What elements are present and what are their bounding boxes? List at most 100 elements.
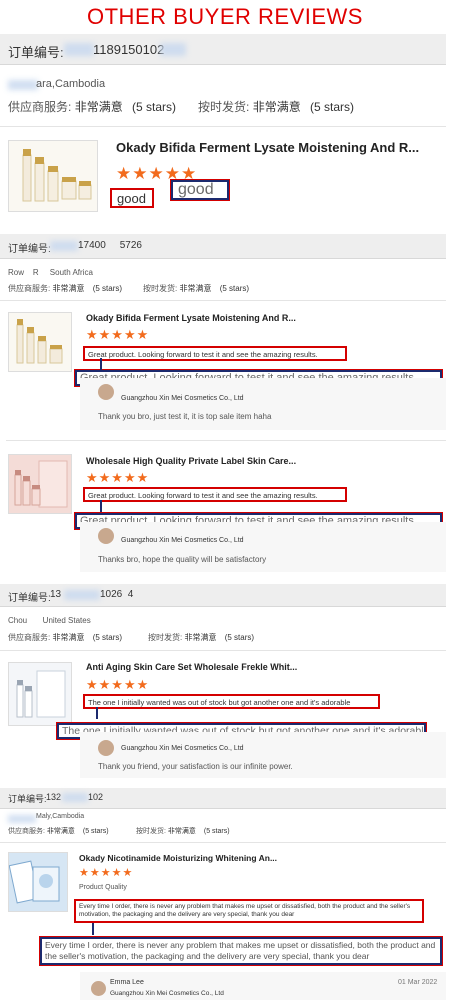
order-header-bar: 订单编号: 13 1026 4 [0,584,446,607]
rating-stars: ★★★★★ [86,677,150,692]
product-image[interactable] [8,454,72,514]
supplier-service-stars: (5 stars) [82,828,109,835]
buyer-location: ara,Cambodia [36,78,106,90]
review-text-highlight: good [110,188,154,208]
supplier-service-value: 非常满意 [74,100,123,114]
supplier-reply-text: Thanks bro, hope the quality will be sat… [98,555,267,564]
supplier-reply-panel [80,522,446,572]
supplier-service-label: 供应商服务: [8,828,45,835]
product-image[interactable] [8,140,98,212]
supplier-service-label: 供应商服务: [8,284,51,293]
order-header-bar: 订单编号: 132 102 [0,788,446,809]
delivery-rating: 按时发货: 非常满意 (5 stars) [136,826,230,836]
redacted-block [160,43,186,56]
divider [0,126,446,127]
order-number-label: 订单编号: [8,794,47,804]
buyer-location: Row R South Africa [8,268,93,277]
supplier-avatar [91,981,106,996]
buyer-location: Maly,Cambodia [36,813,85,820]
product-title[interactable]: Anti Aging Skin Care Set Wholesale Frekl… [86,662,297,672]
review-text-enlarged: good [170,179,230,201]
review-text-enlarged: Every time I order, there is never any p… [39,936,443,966]
callout-arrow [96,707,98,719]
supplier-avatar [98,528,114,544]
redacted-block [64,590,100,600]
supplier-service-value: 非常满意 [46,828,75,835]
divider [0,650,446,651]
delivery-rating: 按时发货: 非常满意 (5 stars) [143,283,249,294]
order-number: 1026 4 [100,589,134,600]
delivery-stars: (5 stars) [224,633,255,642]
rating-stars: ★★★★★ [86,327,150,342]
order-number-label: 订单编号: [8,593,51,604]
order-number: 102 [88,792,104,802]
supplier-reply-panel [80,378,446,430]
product-title[interactable]: Okady Nicotinamide Moisturizing Whitenin… [79,853,277,863]
supplier-reply-text: Thank you bro, just test it, it is top s… [98,412,272,421]
callout-arrow [100,500,102,512]
delivery-label: 按时发货: [148,633,183,642]
divider [0,842,446,843]
order-number-label: 订单编号: [8,45,64,60]
supplier-reply-text: Thank you friend, your satisfaction is o… [98,762,293,771]
supplier-name: Guangzhou Xin Mei Cosmetics Co., Ltd [121,395,244,402]
reply-author-name: Emma Lee [110,979,144,986]
delivery-label: 按时发货: [136,828,166,835]
product-quality-label: Product Quality [79,884,127,891]
review-text-highlight: The one I initially wanted was out of st… [83,694,380,709]
review-text-highlight: Great product. Looking forward to test i… [83,487,347,502]
delivery-value: 非常满意 [179,284,212,293]
callout-arrow [92,923,94,935]
rating-stars: ★★★★★ [86,470,150,485]
product-title[interactable]: Okady Bifida Ferment Lysate Moistening A… [116,140,419,155]
white-skincare-set-image [9,663,71,725]
buyer-location: Chou United States [8,616,91,625]
redacted-block [62,793,88,802]
supplier-service-value: 非常满意 [52,284,85,293]
rating-stars: ★★★★★ [79,867,134,879]
supplier-avatar [98,740,114,756]
review-text-large: Every time I order, there is never any p… [45,940,436,961]
delivery-value: 非常满意 [252,100,301,114]
product-image[interactable] [8,312,72,372]
page-banner-title: OTHER BUYER REVIEWS [87,4,363,29]
supplier-service-label: 供应商服务: [8,100,72,114]
redacted-block [8,80,38,90]
supplier-name: Guangzhou Xin Mei Cosmetics Co., Ltd [110,990,224,997]
delivery-rating: 按时发货: 非常满意 (5 stars) [148,632,254,643]
delivery-stars: (5 stars) [203,828,230,835]
divider [0,300,446,301]
delivery-stars: (5 stars) [310,100,355,114]
product-image[interactable] [8,662,72,726]
review-text-highlight: Great product. Looking forward to test i… [83,346,347,361]
order-number-prefix: 13 [50,589,62,600]
delivery-value: 非常满意 [184,633,217,642]
order-number: 17400 5726 [78,240,142,251]
delivery-label: 按时发货: [143,284,178,293]
redacted-block [50,241,78,251]
supplier-service-label: 供应商服务: [8,633,51,642]
callout-arrow [100,358,102,370]
supplier-service-stars: (5 stars) [92,284,123,293]
order-number: 1189150102 [93,42,165,57]
pink-skincare-set-image [9,455,71,513]
supplier-avatar [98,384,114,400]
supplier-service-rating: 供应商服务: 非常满意 (5 stars) [8,826,109,836]
supplier-service-stars: (5 stars) [132,100,177,114]
delivery-label: 按时发货: [198,100,250,114]
supplier-name: Guangzhou Xin Mei Cosmetics Co., Ltd [121,537,244,544]
face-mask-pack-image [9,853,67,911]
order-header-bar: 订单编号: 1189150102 [0,34,446,65]
order-header-bar: 订单编号: 17400 5726 [0,234,446,259]
product-title[interactable]: Wholesale High Quality Private Label Ski… [86,456,296,466]
product-image[interactable] [8,852,68,912]
delivery-stars: (5 stars) [219,284,250,293]
product-title[interactable]: Okady Bifida Ferment Lysate Moistening A… [86,313,296,323]
redacted-block [64,43,94,56]
divider [6,440,446,441]
supplier-service-rating: 供应商服务: 非常满意 (5 stars) [8,632,122,643]
redacted-block [8,815,36,823]
supplier-reply-panel [80,732,446,778]
delivery-rating: 按时发货: 非常满意 (5 stars) [198,98,354,115]
supplier-name: Guangzhou Xin Mei Cosmetics Co., Ltd [121,745,244,752]
